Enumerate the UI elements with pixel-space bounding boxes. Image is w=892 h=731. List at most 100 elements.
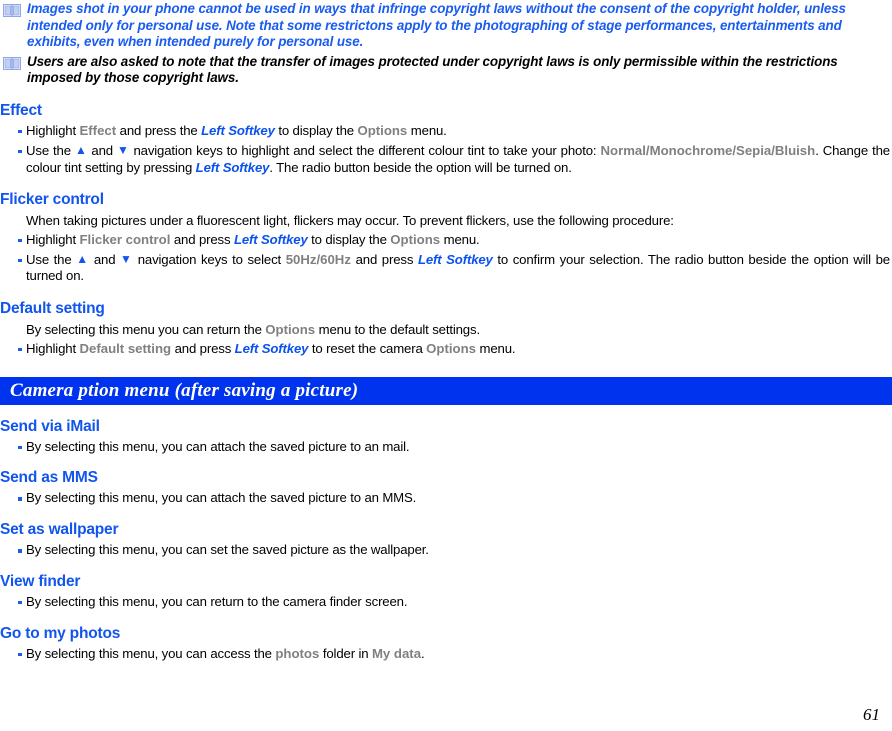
section-effect: Effect Highlight Effect and press the Le… (0, 101, 892, 176)
ui-term: My data (371, 645, 422, 661)
chapter-banner-title: Camera ption menu (after saving a pictur… (10, 379, 359, 401)
text-fragment: Use the (26, 251, 77, 267)
text-fragment: By selecting this menu, you can attach t… (26, 438, 410, 454)
section-set-as-wallpaper: Set as wallpaper By selecting this menu,… (0, 520, 892, 559)
imail-bullet-list: By selecting this menu, you can attach t… (0, 439, 892, 456)
ui-term: Flicker control (79, 231, 171, 247)
book-icon (3, 1, 23, 17)
list-item: Highlight Default setting and press Left… (0, 341, 892, 358)
ui-term: Options (390, 231, 441, 247)
bullet-square-icon (18, 652, 22, 657)
text-fragment: By selecting this menu, you can access t… (26, 645, 276, 661)
bullet-square-icon (18, 549, 22, 553)
section-send-via-imail: Send via iMail By selecting this menu, y… (0, 417, 892, 456)
text-fragment: Highlight (26, 122, 80, 138)
chapter-banner: Camera ption menu (after saving a pictur… (0, 374, 892, 405)
note-text: Images shot in your phone cannot be used… (27, 1, 846, 50)
text-fragment: and press the (116, 122, 202, 138)
list-item: By selecting this menu, you can attach t… (0, 439, 892, 456)
text-fragment: navigation keys to select (133, 251, 286, 267)
section-heading-flicker-control: Flicker control (0, 191, 104, 209)
page-number: 61 (863, 705, 880, 724)
effect-bullet-list: Highlight Effect and press the Left Soft… (0, 123, 892, 176)
list-item: By selecting this menu, you can return t… (0, 594, 892, 611)
text-fragment: menu. (407, 122, 447, 138)
notes-block: Images shot in your phone cannot be used… (0, 0, 892, 87)
ui-term: Options (426, 340, 476, 356)
bullet-square-icon (18, 129, 22, 134)
text-fragment: navigation keys to highlight and select … (129, 142, 601, 158)
section-heading-view-finder: View finder (0, 572, 81, 590)
list-item: Use the ▲ and ▼ navigation keys to selec… (0, 252, 892, 286)
note-copyright-usage: Images shot in your phone cannot be used… (0, 1, 892, 51)
section-default-setting: Default setting By selecting this menu y… (0, 299, 892, 357)
section-view-finder: View finder By selecting this menu, you … (0, 572, 892, 611)
ui-term: Default setting (79, 340, 172, 356)
text-fragment: menu. (475, 340, 516, 356)
bullet-square-icon (18, 445, 22, 450)
ui-term: Effect (79, 122, 117, 138)
text-fragment: folder in (319, 645, 372, 661)
text-fragment: and press (350, 251, 418, 267)
text-fragment: By selecting this menu you can return th… (26, 322, 266, 338)
photos-bullet-list: By selecting this menu, you can access t… (0, 646, 892, 663)
text-fragment: Highlight (26, 340, 80, 356)
bullet-square-icon (18, 149, 22, 154)
text-fragment: and (87, 142, 118, 158)
text-fragment: to reset the camera (308, 340, 427, 356)
text-fragment: to display the (274, 122, 358, 138)
section-send-as-mms: Send as MMS By selecting this menu, you … (0, 468, 892, 507)
section-heading-set-as-wallpaper: Set as wallpaper (0, 521, 119, 539)
document-page: Images shot in your phone cannot be used… (0, 0, 892, 731)
text-fragment: to display the (307, 231, 391, 247)
softkey-term: Left Softkey (233, 231, 308, 247)
text-fragment: and press (171, 340, 235, 356)
arrow-down-icon: ▼ (117, 142, 130, 157)
list-item: Highlight Effect and press the Left Soft… (0, 123, 892, 140)
ui-term: photos (275, 645, 320, 661)
text-fragment: and (89, 251, 121, 267)
text-fragment: . The radio button beside the option wil… (269, 159, 572, 175)
arrow-down-icon: ▼ (120, 251, 134, 266)
mms-bullet-list: By selecting this menu, you can attach t… (0, 490, 892, 507)
text-fragment: menu to the default settings. (315, 322, 481, 338)
arrow-up-icon: ▲ (76, 251, 90, 266)
text-fragment: menu. (440, 231, 480, 247)
list-item: By selecting this menu, you can access t… (0, 646, 892, 663)
softkey-term: Left Softkey (195, 159, 270, 175)
list-item: Use the ▲ and ▼ navigation keys to highl… (0, 143, 892, 177)
section-heading-effect: Effect (0, 101, 42, 119)
list-item: By selecting this menu, you can attach t… (0, 490, 892, 507)
bullet-square-icon (18, 497, 22, 501)
flicker-intro-paragraph: When taking pictures under a fluorescent… (26, 213, 674, 229)
ui-term: Options (357, 122, 408, 138)
section-heading-go-to-my-photos: Go to my photos (0, 624, 121, 642)
ui-term: Normal/Monochrome/Sepia/Bluish (600, 142, 816, 158)
default-setting-intro-paragraph: By selecting this menu you can return th… (0, 322, 892, 339)
text-fragment: and press (170, 231, 234, 247)
softkey-term: Left Softkey (234, 340, 309, 356)
text-fragment: Highlight (26, 231, 80, 247)
text-fragment: By selecting this menu, you can attach t… (26, 490, 417, 506)
bullet-square-icon (18, 258, 22, 263)
text-fragment: By selecting this menu, you can return t… (26, 593, 408, 609)
default-setting-bullet-list: Highlight Default setting and press Left… (0, 341, 892, 358)
section-heading-send-via-imail: Send via iMail (0, 417, 100, 435)
softkey-term: Left Softkey (417, 251, 493, 267)
text-fragment: . (421, 645, 425, 661)
section-heading-send-as-mms: Send as MMS (0, 469, 98, 487)
ui-term: 50Hz/60Hz (285, 251, 351, 267)
softkey-term: Left Softkey (201, 122, 275, 138)
arrow-up-icon: ▲ (74, 142, 88, 157)
bullet-square-icon (18, 600, 22, 605)
bullet-square-icon (18, 347, 22, 352)
section-go-to-my-photos: Go to my photos By selecting this menu, … (0, 624, 892, 663)
flicker-bullet-list: Highlight Flicker control and press Left… (0, 232, 892, 285)
note-text: Users are also asked to note that the tr… (27, 53, 838, 86)
wallpaper-bullet-list: By selecting this menu, you can set the … (0, 542, 892, 559)
list-item: Highlight Flicker control and press Left… (0, 232, 892, 249)
note-transfer-restrictions: Users are also asked to note that the tr… (0, 54, 892, 87)
ui-term: Options (265, 322, 316, 338)
section-flicker-control: Flicker control When taking pictures und… (0, 190, 892, 285)
text-fragment: Use the (26, 142, 75, 158)
